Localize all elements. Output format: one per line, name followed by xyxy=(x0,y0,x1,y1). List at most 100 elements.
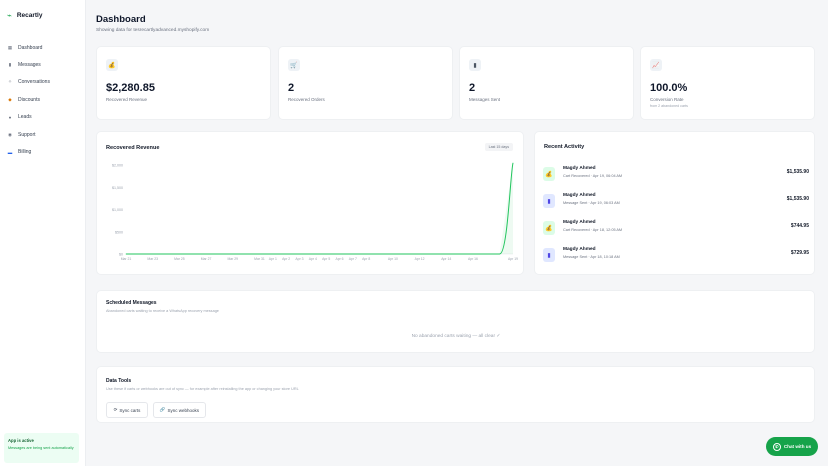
activity-meta: Cart Recovered · Apr 18, 12:05 AM xyxy=(563,228,623,232)
data-point xyxy=(232,253,234,255)
sidebar-item-billing[interactable]: ▬ Billing xyxy=(7,143,81,160)
x-tick-label: Apr 5 xyxy=(322,257,330,261)
x-tick-label: Apr 3 xyxy=(295,257,303,261)
x-tick-label: Apr 8 xyxy=(362,257,370,261)
activity-meta: Message Sent · Apr 19, 06:03 AM xyxy=(563,201,620,205)
stat-value: $2,280.85 xyxy=(106,82,155,94)
stat-note: from 2 abandoned carts xyxy=(650,104,688,108)
data-point xyxy=(379,253,380,255)
data-point xyxy=(459,253,460,255)
activity-item[interactable]: 💰 Magdy Ahmed Cart Recovered · Apr 18, 1… xyxy=(543,219,809,237)
scheduled-messages-card: Scheduled Messages Abandoned carts waiti… xyxy=(96,290,815,353)
sidebar-item-support[interactable]: ◉ Support xyxy=(7,126,81,143)
stat-value: 2 xyxy=(469,82,476,94)
chart-icon: 📈 xyxy=(650,59,662,71)
money-bag-icon: 💰 xyxy=(543,221,555,235)
y-tick-label: $500 xyxy=(115,230,123,234)
data-point xyxy=(352,253,354,255)
message-icon: ▮ xyxy=(8,62,12,68)
data-point xyxy=(472,253,474,255)
sidebar-item-leads[interactable]: ● Leads xyxy=(7,109,81,126)
app-name: Recartly xyxy=(16,12,43,19)
activity-name: Magdy Ahmed xyxy=(563,166,596,171)
data-point xyxy=(365,253,367,255)
phone-icon: ▮ xyxy=(543,194,555,208)
data-point xyxy=(138,253,140,255)
stat-label: Recovered Orders xyxy=(288,97,325,102)
series-line xyxy=(126,162,514,255)
data-point xyxy=(445,253,447,255)
sidebar-item-conversations[interactable]: ✧ Conversations xyxy=(7,74,81,91)
money-bag-icon: 💰 xyxy=(106,59,118,71)
date-range-badge[interactable]: Last 15 days xyxy=(484,143,513,151)
activity-name: Magdy Ahmed xyxy=(563,193,596,198)
card-icon: ▬ xyxy=(7,149,13,155)
data-point xyxy=(312,253,314,255)
data-point xyxy=(499,253,501,255)
tools-desc: Use these if carts or webhooks are out o… xyxy=(106,387,299,391)
page-title: Dashboard xyxy=(96,14,146,25)
sync-carts-label: Sync carts xyxy=(119,407,141,413)
data-point xyxy=(179,253,180,255)
sidebar-item-label: Dashboard xyxy=(18,44,43,51)
dashboard-icon: ▦ xyxy=(7,44,13,50)
sidebar-item-label: Leads xyxy=(18,114,32,121)
sidebar-item-discounts[interactable]: ◆ Discounts xyxy=(7,91,81,108)
data-point xyxy=(165,253,167,255)
activity-item[interactable]: ▮ Magdy Ahmed Message Sent · Apr 19, 06:… xyxy=(543,192,809,210)
sidebar-item-label: Messages xyxy=(18,62,41,69)
sidebar-item-label: Discounts xyxy=(18,96,40,103)
x-tick-label: Apr 14 xyxy=(441,257,451,261)
stat-card-messages: ▮ 2 Messages Sent xyxy=(459,46,634,120)
data-point xyxy=(432,253,434,255)
x-tick-label: Apr 2 xyxy=(282,257,290,261)
help-icon: ◉ xyxy=(8,131,12,137)
x-tick-label: Apr 7 xyxy=(349,257,357,261)
chat-with-us-button[interactable]: ✆ Chat with us xyxy=(766,437,818,456)
y-tick-label: $1,500 xyxy=(112,186,123,190)
data-point xyxy=(325,253,327,255)
data-point xyxy=(485,253,487,255)
y-tick-label: $2,000 xyxy=(112,164,123,168)
data-point xyxy=(419,253,420,255)
sync-webhooks-button[interactable]: 🔗 Sync webhooks xyxy=(153,402,206,418)
x-tick-label: Mar 21 xyxy=(121,257,132,261)
recent-activity-card: Recent Activity 💰 Magdy Ahmed Cart Recov… xyxy=(534,131,815,275)
x-tick-label: Apr 6 xyxy=(335,257,343,261)
empty-state: No abandoned carts waiting — all clear ✓ xyxy=(411,334,501,339)
activity-item[interactable]: 💰 Magdy Ahmed Cart Recovered · Apr 19, 0… xyxy=(543,165,809,183)
activity-name: Magdy Ahmed xyxy=(563,247,596,252)
stat-card-orders: 🛒 2 Recovered Orders xyxy=(278,46,453,120)
stat-label: Messages Sent xyxy=(469,97,501,102)
activity-item[interactable]: ▮ Magdy Ahmed Message Sent · Apr 18, 10:… xyxy=(543,246,809,264)
sidebar-item-messages[interactable]: ▮ Messages xyxy=(7,56,81,73)
tag-icon: ◆ xyxy=(8,96,12,102)
data-point xyxy=(245,253,247,255)
sidebar-nav: ▦ Dashboard ▮ Messages ✧ Conversations ◆… xyxy=(7,39,81,161)
x-tick-label: Mar 23 xyxy=(147,257,158,261)
data-point xyxy=(259,253,260,255)
sync-carts-button[interactable]: ⟳ Sync carts xyxy=(106,402,148,418)
data-tools-card: Data Tools Use these if carts or webhook… xyxy=(96,366,815,423)
page-subtitle: Showing data for tesrecartlyadvanced.mys… xyxy=(96,28,210,33)
sidebar-item-label: Support xyxy=(18,131,36,138)
sidebar-item-label: Billing xyxy=(18,149,32,156)
revenue-chart: $0 $500 $1,000 $1,500 $2,000 Mar 21 Mar 23 Mar … xyxy=(112,162,518,261)
brand[interactable]: ⌁ Recartly xyxy=(7,11,42,20)
x-tick-label: Mar 29 xyxy=(227,257,238,261)
link-icon: 🔗 xyxy=(159,407,166,412)
stat-value: 100.0% xyxy=(650,82,688,94)
sidebar-item-dashboard[interactable]: ▦ Dashboard xyxy=(7,39,81,56)
scheduled-title: Scheduled Messages xyxy=(106,300,157,306)
activity-amount: $1,535.90 xyxy=(786,169,809,175)
refresh-icon: ⟳ xyxy=(113,407,118,412)
x-tick-label: Apr 4 xyxy=(309,257,317,261)
data-point xyxy=(512,162,514,164)
app-status-banner: App is active Messages are being sent au… xyxy=(4,433,79,463)
user-icon: ● xyxy=(8,114,12,120)
app-status-text: Messages are being sent automatically xyxy=(8,446,74,450)
activity-amount: $744.95 xyxy=(790,223,809,229)
tools-title: Data Tools xyxy=(106,378,132,384)
logo-icon: ⌁ xyxy=(7,11,12,20)
stat-card-revenue: 💰 $2,280.85 Recovered Revenue xyxy=(96,46,271,120)
